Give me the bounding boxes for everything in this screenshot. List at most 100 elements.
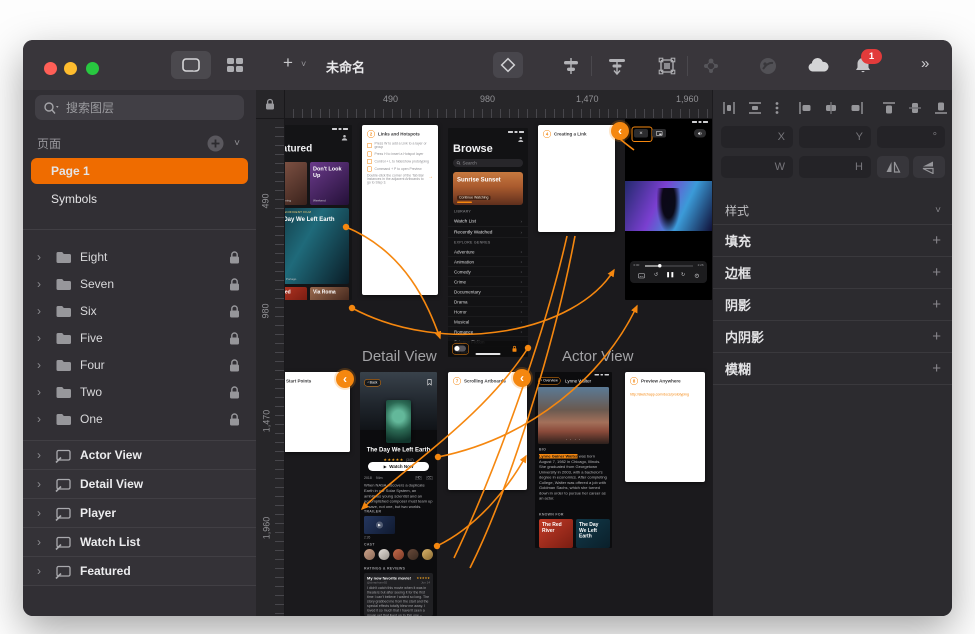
settings-icon[interactable] <box>694 273 700 279</box>
link-badge[interactable]: ‹ <box>611 122 629 140</box>
genre-row[interactable]: Comedy › <box>448 267 528 277</box>
add-fill-button[interactable]: + <box>932 232 941 249</box>
trailer-thumbnail[interactable]: ▶ <box>364 516 395 534</box>
forward-icon[interactable]: ↻ <box>681 272 685 278</box>
movie-card-dont-look-up[interactable]: Don't Look Up Weekend <box>310 162 349 205</box>
continue-watching-banner[interactable]: Sunrise Sunset Continue Watching <box>453 172 523 205</box>
cast-avatar[interactable] <box>422 549 433 560</box>
overview-back-button[interactable]: ‹ Overview <box>538 377 561 385</box>
account-icon[interactable] <box>341 134 348 141</box>
titlebar[interactable]: + ˅ 未命名 1 » <box>23 40 952 91</box>
bookmark-icon[interactable] <box>427 379 432 386</box>
align-top-icon[interactable] <box>881 100 897 116</box>
toolbar-overflow-button[interactable]: » <box>921 55 930 72</box>
sidebar-artboard-row[interactable]: › Actor View <box>23 440 256 469</box>
chevron-right-icon[interactable]: › <box>37 448 47 462</box>
sidebar-folder-row[interactable]: › Two <box>23 378 256 405</box>
movie-card-the-day-we-left-earth[interactable]: THE MAGNIFICENT FILM The Day We Left Ear… <box>284 208 349 284</box>
featured-artboard[interactable]: Featured Molly Now Streaming Don't Look … <box>284 125 352 300</box>
add-inner-shadow-button[interactable]: + <box>932 328 941 345</box>
actor-view-artboard[interactable]: ‹ Overview Lynne Walter · · · · BIO Lynn… <box>535 372 612 548</box>
align-middle-vertical-icon[interactable] <box>907 100 923 116</box>
symbol-button[interactable] <box>493 52 523 78</box>
library-row[interactable]: Watch List › <box>448 216 528 227</box>
lock-icon[interactable] <box>226 357 242 373</box>
library-row[interactable]: Recently Watched › <box>448 227 528 238</box>
sidebar-folder-row[interactable]: › Five <box>23 324 256 351</box>
canvas[interactable]: 490 980 1,470 1,960 490 980 1,470 1,960 … <box>256 90 712 616</box>
page-item[interactable]: Symbols <box>31 186 248 212</box>
link-badge[interactable]: ‹ <box>513 369 531 387</box>
width-field[interactable]: W <box>721 156 793 178</box>
watch-list-artboard[interactable]: Browse Search Sunrise Sunset Continue Wa… <box>448 128 528 357</box>
horizontal-ruler[interactable]: 490 980 1,470 1,960 <box>284 90 712 119</box>
align-center-horizontal-icon[interactable] <box>823 100 839 116</box>
tidy-button[interactable] <box>605 54 629 78</box>
align-right-icon[interactable] <box>849 100 865 116</box>
cloud-button[interactable] <box>805 54 829 78</box>
tutorial-card-scrolling-artboards[interactable]: 7 Scrolling Artboards <box>448 372 527 490</box>
pip-button[interactable] <box>652 129 666 138</box>
flip-horizontal-button[interactable] <box>877 156 909 178</box>
distribute-horizontally-icon[interactable] <box>721 100 737 116</box>
style-section-header[interactable]: 样式 ˅ <box>713 196 952 224</box>
scrubber-knob[interactable] <box>658 264 662 268</box>
collapse-pages-icon[interactable]: ˅ <box>234 138 240 149</box>
watch-now-button[interactable]: ▶ Watch Now <box>368 462 429 471</box>
section-blur[interactable]: 模糊 + <box>713 352 952 384</box>
section-fills[interactable]: 填充 + <box>713 224 952 256</box>
actor-photo[interactable]: · · · · <box>538 387 609 444</box>
page-item-selected[interactable]: Page 1 <box>31 158 248 184</box>
chevron-right-icon[interactable]: › <box>37 250 47 264</box>
chevron-right-icon[interactable]: › <box>37 477 47 491</box>
add-border-button[interactable]: + <box>932 264 941 281</box>
genre-row[interactable]: Adventure › <box>448 247 528 257</box>
add-page-button[interactable] <box>207 135 224 152</box>
tutorial-card-creating-a-link[interactable]: 4 Creating a Link <box>538 125 615 232</box>
sidebar-folder-row[interactable]: › Seven <box>23 270 256 297</box>
subtitles-icon[interactable] <box>638 273 645 279</box>
union-button[interactable] <box>655 54 679 78</box>
movie-poster[interactable] <box>386 400 411 443</box>
movie-card-the-red-river[interactable]: The Red River <box>284 287 307 300</box>
search-input[interactable] <box>64 100 236 116</box>
insert-caret-icon[interactable]: ˅ <box>301 59 306 69</box>
section-inner-shadows[interactable]: 内阴影 + <box>713 320 952 352</box>
movie-card-molly[interactable]: Molly Now Streaming <box>284 162 307 205</box>
account-icon[interactable] <box>518 136 525 143</box>
distribute-vertically-icon[interactable] <box>747 100 763 116</box>
genre-row[interactable]: Animation › <box>448 257 528 267</box>
minimize-window-button[interactable] <box>64 62 77 75</box>
back-button[interactable]: ‹ Back <box>364 379 381 387</box>
chevron-right-icon[interactable]: › <box>37 564 47 578</box>
review-card[interactable]: My new favorite movie! ★★★★★ @cinephone9… <box>364 573 433 616</box>
link-badge[interactable]: ‹ <box>336 370 354 388</box>
tutorial-card-preview-anywhere[interactable]: 8 Preview Anywhere http://sketchapp.com/… <box>625 372 705 482</box>
lock-icon[interactable] <box>226 249 242 265</box>
player-artboard[interactable]: ✕ 0:00 2:26 ↺ <box>625 118 712 300</box>
genre-row[interactable]: Romance › <box>448 327 528 337</box>
height-field[interactable]: H <box>799 156 871 178</box>
audio-button[interactable] <box>694 129 706 138</box>
section-borders[interactable]: 边框 + <box>713 256 952 288</box>
close-window-button[interactable] <box>44 62 57 75</box>
distribute-button[interactable] <box>559 54 583 78</box>
sidebar-folder-row[interactable]: › One <box>23 405 256 432</box>
chevron-right-icon[interactable]: › <box>37 506 47 520</box>
lock-icon[interactable] <box>226 330 242 346</box>
layer-search-field[interactable] <box>35 95 244 120</box>
sidebar-artboard-row[interactable]: › Featured <box>23 556 256 586</box>
genre-row[interactable]: Crime › <box>448 277 528 287</box>
genre-row[interactable]: Musical › <box>448 317 528 327</box>
sidebar-folder-row[interactable]: › Eight <box>23 243 256 270</box>
sidebar-folder-row[interactable]: › Four <box>23 351 256 378</box>
chevron-right-icon[interactable]: › <box>37 535 47 549</box>
lock-icon[interactable] <box>226 411 242 427</box>
sidebar-artboard-row[interactable]: › Watch List <box>23 527 256 556</box>
chevron-right-icon[interactable]: › <box>37 358 47 372</box>
y-position-field[interactable]: Y <box>799 126 871 148</box>
rewind-icon[interactable]: ↺ <box>654 272 658 278</box>
insert-button[interactable]: + <box>283 53 293 73</box>
chevron-right-icon[interactable]: › <box>37 331 47 345</box>
align-left-icon[interactable] <box>797 100 813 116</box>
